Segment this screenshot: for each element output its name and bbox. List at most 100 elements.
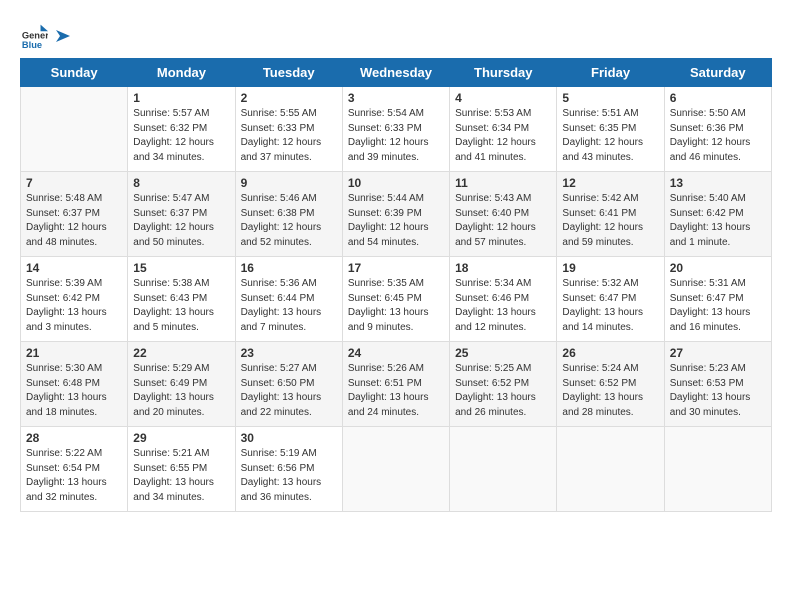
day-info: Sunrise: 5:54 AM Sunset: 6:33 PM Dayligh…	[348, 107, 444, 165]
day-info: Sunrise: 5:21 AM Sunset: 6:55 PM Dayligh…	[133, 447, 229, 505]
calendar-cell: 22Sunrise: 5:29 AM Sunset: 6:49 PM Dayli…	[128, 342, 235, 427]
day-info: Sunrise: 5:29 AM Sunset: 6:49 PM Dayligh…	[133, 362, 229, 420]
calendar-cell: 27 Sunrise: 5:23 AM Sunset: 6:53 PM Dayli…	[664, 342, 771, 427]
calendar-cell: 15 Sunrise: 5:38 AM Sunset: 6:43 PM Dayli…	[128, 257, 235, 342]
calendar-cell: 26Sunrise: 5:24 AM Sunset: 6:52 PM Dayli…	[557, 342, 664, 427]
calendar-cell: 9 Sunrise: 5:46 AM Sunset: 6:38 PM Daylig…	[235, 172, 342, 257]
day-info: Sunrise: 5:42 AM Sunset: 6:41 PM Dayligh…	[562, 192, 658, 250]
calendar-cell	[21, 87, 128, 172]
day-info: Sunrise: 5:27 AM Sunset: 6:50 PM Dayligh…	[241, 362, 337, 420]
day-info: Sunrise: 5:36 AM Sunset: 6:44 PM Dayligh…	[241, 277, 337, 335]
day-number: 19	[562, 261, 658, 275]
calendar-cell	[664, 427, 771, 512]
calendar-cell: 18 Sunrise: 5:34 AM Sunset: 6:46 PM Dayli…	[450, 257, 557, 342]
calendar-cell	[450, 427, 557, 512]
calendar-cell: 28 Sunrise: 5:22 AM Sunset: 6:54 PM Dayli…	[21, 427, 128, 512]
day-number: 18	[455, 261, 551, 275]
day-info: Sunrise: 5:55 AM Sunset: 6:33 PM Dayligh…	[241, 107, 337, 165]
day-number: 20	[670, 261, 766, 275]
logo-arrow-icon	[52, 26, 72, 46]
day-info: Sunrise: 5:26 AM Sunset: 6:51 PM Dayligh…	[348, 362, 444, 420]
day-info: Sunrise: 5:25 AM Sunset: 6:52 PM Dayligh…	[455, 362, 551, 420]
day-number: 14	[26, 261, 122, 275]
day-number: 26	[562, 346, 658, 360]
day-number: 17	[348, 261, 444, 275]
calendar-week-row: 7Sunrise: 5:48 AM Sunset: 6:37 PM Daylig…	[21, 172, 772, 257]
calendar-cell: 21 Sunrise: 5:30 AM Sunset: 6:48 PM Dayli…	[21, 342, 128, 427]
day-info: Sunrise: 5:48 AM Sunset: 6:37 PM Dayligh…	[26, 192, 122, 250]
calendar-week-row: 21 Sunrise: 5:30 AM Sunset: 6:48 PM Dayli…	[21, 342, 772, 427]
calendar-cell: 30 Sunrise: 5:19 AM Sunset: 6:56 PM Dayli…	[235, 427, 342, 512]
day-info: Sunrise: 5:50 AM Sunset: 6:36 PM Dayligh…	[670, 107, 766, 165]
day-info: Sunrise: 5:47 AM Sunset: 6:37 PM Dayligh…	[133, 192, 229, 250]
calendar-table: SundayMondayTuesdayWednesdayThursdayFrid…	[20, 58, 772, 512]
calendar-cell: 17 Sunrise: 5:35 AM Sunset: 6:45 PM Dayli…	[342, 257, 449, 342]
calendar-cell: 8 Sunrise: 5:47 AM Sunset: 6:37 PM Daylig…	[128, 172, 235, 257]
day-number: 24	[348, 346, 444, 360]
day-info: Sunrise: 5:38 AM Sunset: 6:43 PM Dayligh…	[133, 277, 229, 335]
calendar-cell: 6 Sunrise: 5:50 AM Sunset: 6:36 PM Daylig…	[664, 87, 771, 172]
day-number: 4	[455, 91, 551, 105]
calendar-cell: 25Sunrise: 5:25 AM Sunset: 6:52 PM Dayli…	[450, 342, 557, 427]
logo-icon: General Blue	[20, 20, 48, 48]
day-info: Sunrise: 5:35 AM Sunset: 6:45 PM Dayligh…	[348, 277, 444, 335]
day-number: 11	[455, 176, 551, 190]
calendar-cell: 3Sunrise: 5:54 AM Sunset: 6:33 PM Daylig…	[342, 87, 449, 172]
day-number: 30	[241, 431, 337, 445]
day-info: Sunrise: 5:40 AM Sunset: 6:42 PM Dayligh…	[670, 192, 766, 250]
day-number: 21	[26, 346, 122, 360]
page-header: General Blue	[20, 20, 772, 48]
day-number: 15	[133, 261, 229, 275]
day-info: Sunrise: 5:34 AM Sunset: 6:46 PM Dayligh…	[455, 277, 551, 335]
calendar-week-row: 28 Sunrise: 5:22 AM Sunset: 6:54 PM Dayli…	[21, 427, 772, 512]
day-number: 28	[26, 431, 122, 445]
calendar-cell: 24 Sunrise: 5:26 AM Sunset: 6:51 PM Dayli…	[342, 342, 449, 427]
calendar-cell: 7Sunrise: 5:48 AM Sunset: 6:37 PM Daylig…	[21, 172, 128, 257]
day-info: Sunrise: 5:53 AM Sunset: 6:34 PM Dayligh…	[455, 107, 551, 165]
day-info: Sunrise: 5:22 AM Sunset: 6:54 PM Dayligh…	[26, 447, 122, 505]
calendar-day-header: Tuesday	[235, 59, 342, 87]
calendar-header-row: SundayMondayTuesdayWednesdayThursdayFrid…	[21, 59, 772, 87]
calendar-cell: 12Sunrise: 5:42 AM Sunset: 6:41 PM Dayli…	[557, 172, 664, 257]
calendar-day-header: Friday	[557, 59, 664, 87]
day-number: 5	[562, 91, 658, 105]
calendar-cell: 11 Sunrise: 5:43 AM Sunset: 6:40 PM Dayli…	[450, 172, 557, 257]
calendar-cell: 10 Sunrise: 5:44 AM Sunset: 6:39 PM Dayli…	[342, 172, 449, 257]
calendar-cell: 5 Sunrise: 5:51 AM Sunset: 6:35 PM Daylig…	[557, 87, 664, 172]
day-number: 10	[348, 176, 444, 190]
day-number: 8	[133, 176, 229, 190]
calendar-cell: 1Sunrise: 5:57 AM Sunset: 6:32 PM Daylig…	[128, 87, 235, 172]
calendar-cell: 20Sunrise: 5:31 AM Sunset: 6:47 PM Dayli…	[664, 257, 771, 342]
logo: General Blue	[20, 20, 72, 48]
svg-text:Blue: Blue	[22, 40, 42, 48]
day-info: Sunrise: 5:39 AM Sunset: 6:42 PM Dayligh…	[26, 277, 122, 335]
day-info: Sunrise: 5:57 AM Sunset: 6:32 PM Dayligh…	[133, 107, 229, 165]
calendar-cell: 4 Sunrise: 5:53 AM Sunset: 6:34 PM Daylig…	[450, 87, 557, 172]
day-info: Sunrise: 5:44 AM Sunset: 6:39 PM Dayligh…	[348, 192, 444, 250]
day-info: Sunrise: 5:32 AM Sunset: 6:47 PM Dayligh…	[562, 277, 658, 335]
day-number: 13	[670, 176, 766, 190]
day-info: Sunrise: 5:51 AM Sunset: 6:35 PM Dayligh…	[562, 107, 658, 165]
calendar-cell: 14 Sunrise: 5:39 AM Sunset: 6:42 PM Dayli…	[21, 257, 128, 342]
day-number: 2	[241, 91, 337, 105]
calendar-cell: 23Sunrise: 5:27 AM Sunset: 6:50 PM Dayli…	[235, 342, 342, 427]
calendar-day-header: Monday	[128, 59, 235, 87]
day-info: Sunrise: 5:19 AM Sunset: 6:56 PM Dayligh…	[241, 447, 337, 505]
calendar-day-header: Thursday	[450, 59, 557, 87]
day-info: Sunrise: 5:30 AM Sunset: 6:48 PM Dayligh…	[26, 362, 122, 420]
day-info: Sunrise: 5:23 AM Sunset: 6:53 PM Dayligh…	[670, 362, 766, 420]
calendar-cell: 2 Sunrise: 5:55 AM Sunset: 6:33 PM Daylig…	[235, 87, 342, 172]
day-number: 29	[133, 431, 229, 445]
day-number: 6	[670, 91, 766, 105]
calendar-cell	[557, 427, 664, 512]
calendar-cell: 19 Sunrise: 5:32 AM Sunset: 6:47 PM Dayli…	[557, 257, 664, 342]
calendar-day-header: Saturday	[664, 59, 771, 87]
calendar-cell	[342, 427, 449, 512]
calendar-week-row: 14 Sunrise: 5:39 AM Sunset: 6:42 PM Dayli…	[21, 257, 772, 342]
day-number: 27	[670, 346, 766, 360]
day-info: Sunrise: 5:46 AM Sunset: 6:38 PM Dayligh…	[241, 192, 337, 250]
day-number: 9	[241, 176, 337, 190]
day-info: Sunrise: 5:43 AM Sunset: 6:40 PM Dayligh…	[455, 192, 551, 250]
day-number: 16	[241, 261, 337, 275]
calendar-week-row: 1Sunrise: 5:57 AM Sunset: 6:32 PM Daylig…	[21, 87, 772, 172]
